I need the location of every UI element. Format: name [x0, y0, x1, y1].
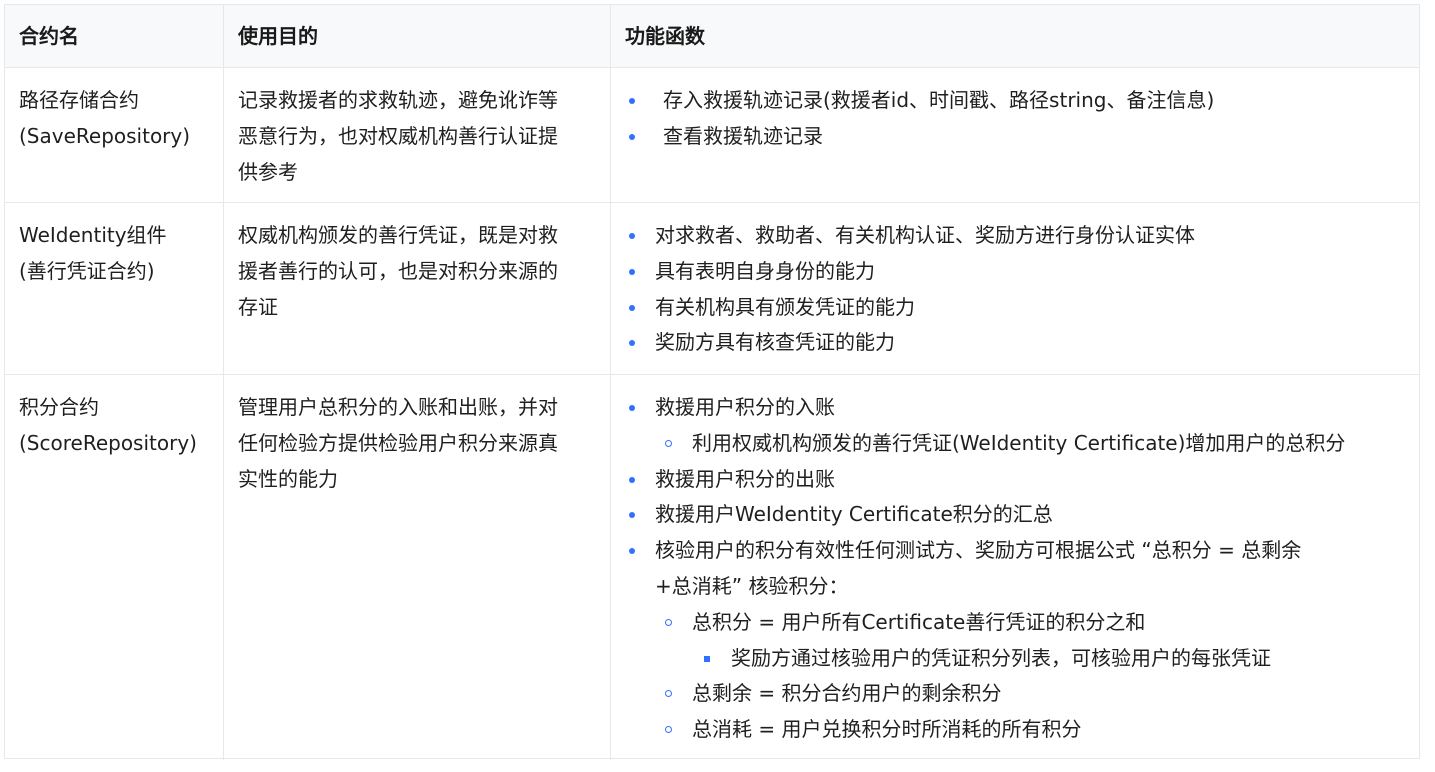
purpose-line: 恶意行为，也对权威机构善行认证提: [238, 123, 558, 148]
functions-list: 存入救援轨迹记录(救援者id、时间戳、路径string、备注信息) 查看救援轨迹…: [625, 83, 1415, 155]
purpose-line: 任何检验方提供检验用户积分来源真: [238, 430, 558, 455]
contract-name-line: (善行凭证合约): [19, 258, 155, 283]
function-item: 奖励方具有核查凭证的能力: [625, 325, 1415, 361]
function-subitem: 总消耗 = 用户兑换积分时所消耗的所有积分: [625, 712, 1415, 748]
function-subitem: 总剩余 = 积分合约用户的剩余积分: [625, 676, 1415, 712]
table-row: WeIdentity组件 (善行凭证合约) 权威机构颁发的善行凭证，既是对救 援…: [5, 203, 1419, 375]
function-item: 查看救援轨迹记录: [625, 119, 1415, 155]
column-divider: [223, 68, 224, 202]
functions-cell: 救援用户积分的入账 利用权威机构颁发的善行凭证(WeIdentity Certi…: [625, 390, 1415, 748]
function-subsubitem: 奖励方通过核验用户的凭证积分列表，可核验用户的每张凭证: [625, 641, 1415, 677]
purpose-line: 供参考: [238, 159, 298, 184]
table-row: 路径存储合约 (SaveRepository) 记录救援者的求救轨迹，避免讹诈等…: [5, 68, 1419, 203]
column-divider: [223, 5, 224, 67]
column-divider: [610, 5, 611, 67]
contract-table: 合约名 使用目的 功能函数 路径存储合约 (SaveRepository) 记录…: [4, 4, 1420, 760]
function-item: 存入救援轨迹记录(救援者id、时间戳、路径string、备注信息): [625, 83, 1415, 119]
purpose-line: 实性的能力: [238, 466, 338, 491]
function-item: 救援用户积分的入账: [625, 390, 1415, 426]
contract-name-cell: WeIdentity组件 (善行凭证合约): [19, 218, 215, 290]
contract-name-line: (SaveRepository): [19, 123, 191, 148]
contract-name-cell: 路径存储合约 (SaveRepository): [19, 83, 215, 155]
header-contract-name: 合约名: [19, 24, 79, 48]
functions-cell: 对求救者、救助者、有关机构认证、奖励方进行身份认证实体 具有表明自身身份的能力 …: [625, 218, 1415, 361]
purpose-line: 记录救援者的求救轨迹，避免讹诈等: [238, 88, 558, 112]
contract-name-line: 路径存储合约: [19, 88, 139, 112]
purpose-line: 存证: [238, 294, 278, 319]
column-divider: [223, 375, 224, 760]
header-purpose: 使用目的: [238, 24, 318, 48]
function-item: 具有表明自身身份的能力: [625, 254, 1415, 290]
function-subitem: 总积分 = 用户所有Certificate善行凭证的积分之和: [625, 605, 1415, 641]
column-divider: [610, 375, 611, 760]
functions-list: 对求救者、救助者、有关机构认证、奖励方进行身份认证实体 具有表明自身身份的能力 …: [625, 218, 1415, 361]
function-subitem: 利用权威机构颁发的善行凭证(WeIdentity Certificate)增加用…: [625, 426, 1415, 462]
column-divider: [223, 203, 224, 374]
table-row: 积分合约 (ScoreRepository) 管理用户总积分的入账和出账，并对 …: [5, 375, 1419, 760]
column-divider: [610, 68, 611, 202]
header-functions: 功能函数: [625, 24, 705, 48]
table-header-row: 合约名 使用目的 功能函数: [5, 5, 1419, 68]
contract-name-line: (ScoreRepository): [19, 430, 197, 455]
contract-name-line: WeIdentity组件: [19, 223, 167, 247]
function-item: 救援用户积分的出账: [625, 462, 1415, 498]
functions-cell: 存入救援轨迹记录(救援者id、时间戳、路径string、备注信息) 查看救援轨迹…: [625, 83, 1415, 155]
purpose-cell: 权威机构颁发的善行凭证，既是对救 援者善行的认可，也是对积分来源的 存证: [238, 218, 603, 325]
function-item: 救援用户WeIdentity Certificate积分的汇总: [625, 497, 1415, 533]
function-item: 核验用户的积分有效性任何测试方、奖励方可根据公式 “总积分 = 总剩余: [625, 533, 1415, 569]
purpose-cell: 管理用户总积分的入账和出账，并对 任何检验方提供检验用户积分来源真 实性的能力: [238, 390, 603, 497]
contract-name-line: 积分合约: [19, 395, 99, 419]
function-item: 有关机构具有颁发凭证的能力: [625, 290, 1415, 326]
functions-list: 救援用户积分的入账 利用权威机构颁发的善行凭证(WeIdentity Certi…: [625, 390, 1415, 748]
function-item-continuation: +总消耗” 核验积分：: [655, 573, 849, 598]
purpose-cell: 记录救援者的求救轨迹，避免讹诈等 恶意行为，也对权威机构善行认证提 供参考: [238, 83, 603, 190]
purpose-line: 管理用户总积分的入账和出账，并对: [238, 395, 558, 419]
purpose-line: 援者善行的认可，也是对积分来源的: [238, 258, 558, 283]
column-divider: [610, 203, 611, 374]
purpose-line: 权威机构颁发的善行凭证，既是对救: [238, 223, 558, 247]
function-item: 对求救者、救助者、有关机构认证、奖励方进行身份认证实体: [625, 218, 1415, 254]
contract-name-cell: 积分合约 (ScoreRepository): [19, 390, 215, 462]
